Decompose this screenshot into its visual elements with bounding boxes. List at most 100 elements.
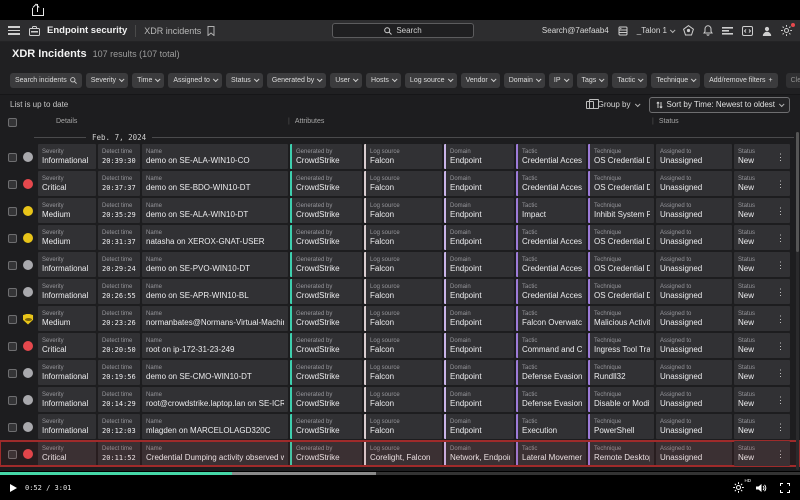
sort-by-button[interactable]: Sort by Time: Newest to oldest bbox=[649, 97, 791, 113]
settings-gear-icon[interactable]: HD bbox=[733, 482, 744, 493]
filter-button-severity[interactable]: Severity bbox=[86, 73, 128, 88]
search-incidents-input[interactable]: Search incidents bbox=[10, 73, 82, 88]
row-checkbox[interactable] bbox=[8, 207, 17, 216]
tenant-selector[interactable]: _Talon 1 bbox=[637, 26, 674, 35]
incident-row[interactable]: SeverityInformationalDetect time20:12:03… bbox=[0, 414, 800, 439]
row-menu-icon[interactable]: ⋮ bbox=[776, 315, 785, 323]
filter-button-hosts[interactable]: Hosts bbox=[366, 73, 401, 88]
cell-value: Endpoint bbox=[450, 237, 510, 247]
row-menu-icon[interactable]: ⋮ bbox=[776, 153, 785, 161]
filter-button-vendor[interactable]: Vendor bbox=[461, 73, 500, 88]
row-checkbox[interactable] bbox=[8, 234, 17, 243]
filter-button-ip[interactable]: IP bbox=[549, 73, 573, 88]
play-button[interactable] bbox=[10, 484, 17, 492]
user-profile-icon[interactable] bbox=[762, 26, 772, 36]
incident-row[interactable]: SeverityInformationalDetect time20:39:30… bbox=[0, 144, 800, 169]
row-checkbox[interactable] bbox=[8, 450, 17, 459]
filter-button-generated-by[interactable]: Generated by bbox=[267, 73, 326, 88]
row-checkbox[interactable] bbox=[8, 180, 17, 189]
row-menu-icon[interactable]: ⋮ bbox=[776, 423, 785, 431]
group-by-button[interactable]: Group by bbox=[586, 100, 639, 109]
row-checkbox[interactable] bbox=[8, 153, 17, 162]
falcon-badge-icon[interactable] bbox=[683, 25, 694, 36]
clear-all-button[interactable]: Clear all bbox=[786, 73, 800, 88]
incident-row[interactable]: SeverityCriticalDetect time20:37:37Named… bbox=[0, 171, 800, 196]
incident-row[interactable]: SeverityInformationalDetect time20:14:29… bbox=[0, 387, 800, 412]
global-search-input[interactable]: Search bbox=[332, 23, 474, 38]
module-icon[interactable] bbox=[29, 26, 40, 36]
row-checkbox[interactable] bbox=[8, 288, 17, 297]
share-icon[interactable] bbox=[32, 4, 44, 16]
activity-feed-icon[interactable] bbox=[722, 26, 733, 35]
row-checkbox-cell bbox=[6, 171, 18, 196]
account-label[interactable]: Search@7aefaab4 bbox=[542, 26, 609, 35]
add-remove-filters-button[interactable]: Add/remove filters+ bbox=[704, 73, 778, 88]
incident-row[interactable]: SeverityMediumDetect time20:35:29Namedem… bbox=[0, 198, 800, 223]
row-checkbox[interactable] bbox=[8, 423, 17, 432]
row-menu-icon[interactable]: ⋮ bbox=[776, 369, 785, 377]
incident-row[interactable]: SeverityCriticalDetect time20:20:50Namer… bbox=[0, 333, 800, 358]
video-progress-bar[interactable] bbox=[0, 472, 800, 475]
cell-tech: TechniqueRundll32 bbox=[588, 360, 654, 385]
incident-row[interactable]: SeverityMediumDetect time20:23:26Namenor… bbox=[0, 306, 800, 331]
row-checkbox[interactable] bbox=[8, 342, 17, 351]
bookmark-icon[interactable] bbox=[207, 26, 215, 36]
product-name[interactable]: Endpoint security bbox=[47, 25, 127, 36]
incident-row[interactable]: SeverityMediumDetect time20:31:37Namenat… bbox=[0, 225, 800, 250]
theme-toggle-icon[interactable] bbox=[781, 25, 792, 36]
filter-button-assigned-to[interactable]: Assigned to bbox=[168, 73, 222, 88]
row-checkbox[interactable] bbox=[8, 315, 17, 324]
scrollbar[interactable] bbox=[796, 132, 799, 470]
row-checkbox[interactable] bbox=[8, 261, 17, 270]
filter-button-tags[interactable]: Tags bbox=[577, 73, 609, 88]
severity-icon-cell bbox=[20, 144, 36, 169]
filter-button-tactic[interactable]: Tactic bbox=[612, 73, 647, 88]
row-menu-icon[interactable]: ⋮ bbox=[776, 450, 785, 458]
cell-value: 20:23:26 bbox=[102, 318, 136, 328]
api-console-icon[interactable] bbox=[742, 26, 753, 36]
cell-name: Namedemo on SE-CMO-WIN10-DT bbox=[142, 360, 288, 385]
select-all-checkbox[interactable] bbox=[8, 118, 17, 127]
cell-label: Detect time bbox=[102, 338, 136, 345]
cell-status: StatusNew⋮ bbox=[734, 198, 790, 223]
cell-value: CrowdStrike bbox=[296, 426, 358, 436]
row-checkbox[interactable] bbox=[8, 369, 17, 378]
filter-button-domain[interactable]: Domain bbox=[504, 73, 545, 88]
database-icon[interactable] bbox=[618, 26, 628, 36]
row-menu-icon[interactable]: ⋮ bbox=[776, 288, 785, 296]
notifications-bell-icon[interactable] bbox=[703, 25, 713, 36]
cell-label: Domain bbox=[450, 338, 510, 345]
filter-button-time[interactable]: Time bbox=[132, 73, 164, 88]
row-menu-icon[interactable]: ⋮ bbox=[776, 261, 785, 269]
cell-value: Falcon bbox=[370, 318, 438, 328]
filter-button-status[interactable]: Status bbox=[226, 73, 263, 88]
filter-button-user[interactable]: User bbox=[330, 73, 362, 88]
row-menu-icon[interactable]: ⋮ bbox=[776, 342, 785, 350]
cell-sev: SeverityInformational bbox=[38, 414, 96, 439]
row-checkbox[interactable] bbox=[8, 396, 17, 405]
incident-row[interactable]: SeverityInformationalDetect time20:29:24… bbox=[0, 252, 800, 277]
cell-label: Tactic bbox=[522, 176, 582, 183]
row-menu-icon[interactable]: ⋮ bbox=[776, 180, 785, 188]
cell-value: Informational bbox=[42, 291, 92, 301]
volume-icon[interactable] bbox=[756, 483, 768, 493]
page-tab[interactable]: XDR incidents bbox=[144, 26, 201, 36]
severity-icon-cell bbox=[20, 387, 36, 412]
incident-row[interactable]: SeverityInformationalDetect time20:26:55… bbox=[0, 279, 800, 304]
row-menu-icon[interactable]: ⋮ bbox=[776, 396, 785, 404]
row-menu-icon[interactable]: ⋮ bbox=[776, 207, 785, 215]
row-checkbox-cell bbox=[6, 441, 18, 466]
cell-value: 20:26:55 bbox=[102, 291, 136, 301]
fullscreen-icon[interactable] bbox=[780, 483, 790, 493]
row-menu-icon[interactable]: ⋮ bbox=[776, 234, 785, 242]
filter-button-log-source[interactable]: Log source bbox=[405, 73, 457, 88]
incident-row[interactable]: SeverityInformationalDetect time20:19:56… bbox=[0, 360, 800, 385]
filter-button-technique[interactable]: Technique bbox=[651, 73, 700, 88]
cell-time: Detect time20:29:24 bbox=[98, 252, 140, 277]
incident-row-highlighted[interactable]: SeverityCriticalDetect time20:11:52NameC… bbox=[0, 441, 800, 466]
cell-name: Namedemo on SE-APR-WIN10-BL bbox=[142, 279, 288, 304]
menu-icon[interactable] bbox=[8, 26, 20, 35]
cell-dom: DomainEndpoint bbox=[444, 144, 514, 169]
cell-label: Assigned to bbox=[660, 284, 728, 291]
cell-time: Detect time20:31:37 bbox=[98, 225, 140, 250]
